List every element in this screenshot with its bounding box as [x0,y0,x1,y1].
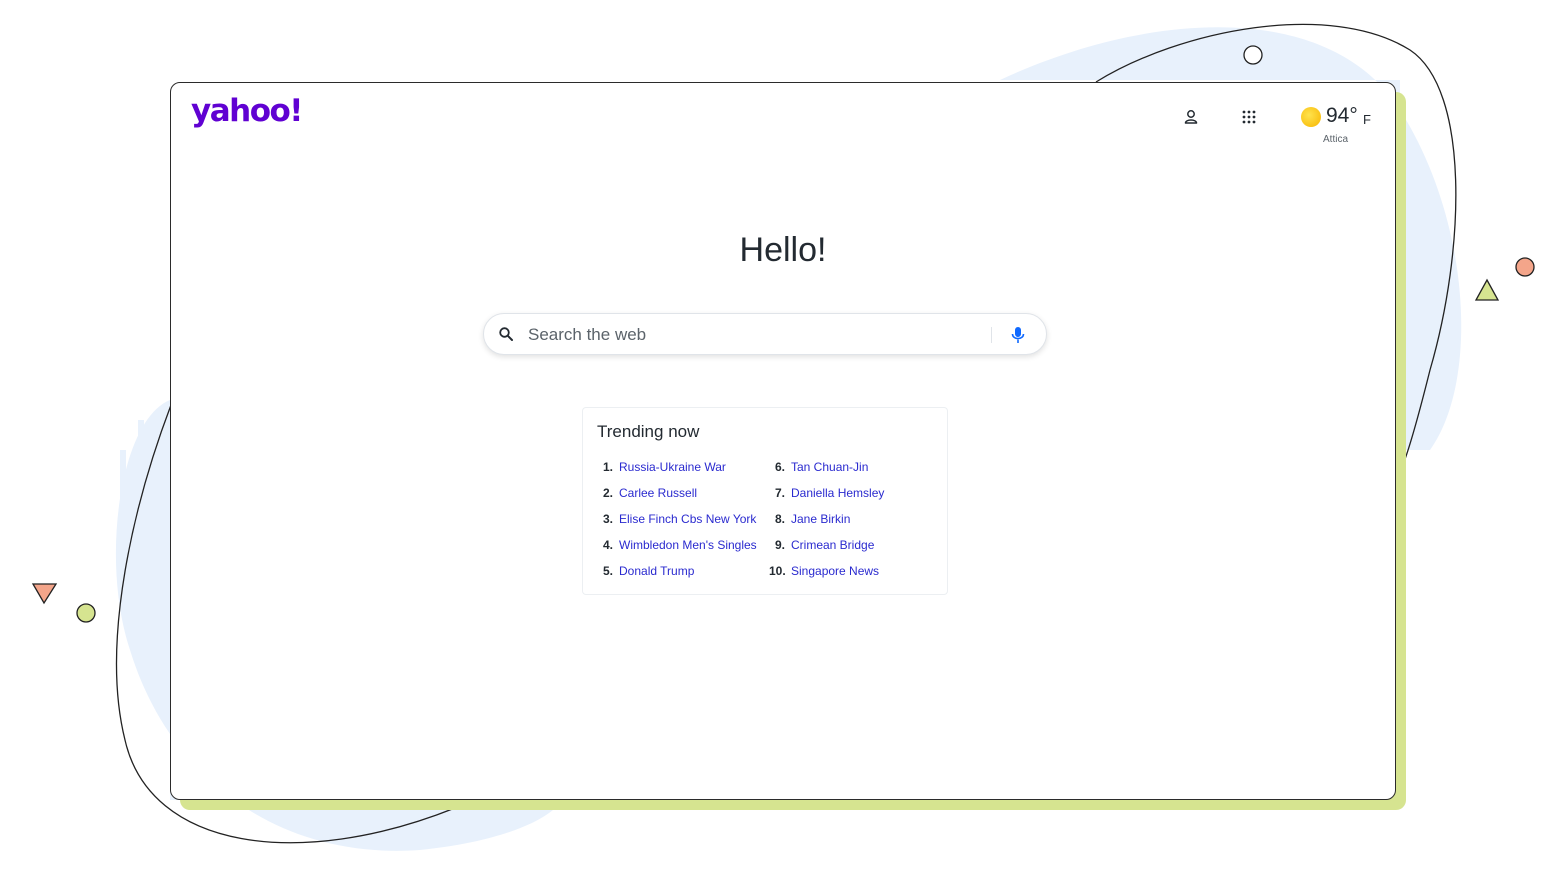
trending-item: 8. Jane Birkin [769,512,884,538]
trending-item: 10. Singapore News [769,564,884,590]
yahoo-logo[interactable]: yahoo! [191,93,303,129]
search-input[interactable] [526,321,990,349]
trending-rank: 1. [602,460,613,474]
trending-rank: 10. [769,564,786,578]
trending-rank: 2. [602,486,613,500]
trending-rank: 5. [602,564,613,578]
search-bar[interactable] [483,313,1047,355]
trending-item: 1. Russia-Ukraine War [597,460,757,486]
trending-link[interactable]: Singapore News [791,564,879,578]
trending-item: 7. Daniella Hemsley [769,486,884,512]
trending-item: 6. Tan Chuan-Jin [769,460,884,486]
weather-temperature: 94° [1326,104,1358,127]
apps-button[interactable] [1235,103,1263,131]
trending-rank: 4. [602,538,613,552]
trending-rank: 9. [774,538,785,552]
trending-item: 2. Carlee Russell [597,486,757,512]
decor-circle [1243,45,1263,65]
trending-rank: 7. [774,486,785,500]
trending-link[interactable]: Jane Birkin [791,512,850,526]
trending-rank: 3. [602,512,613,526]
trending-link[interactable]: Crimean Bridge [791,538,874,552]
user-icon [1184,110,1198,124]
trending-list-right: 6. Tan Chuan-Jin 7. Daniella Hemsley 8. Jan… [769,460,884,590]
trending-rank: 8. [774,512,785,526]
trending-item: 9. Crimean Bridge [769,538,884,564]
trending-link[interactable]: Elise Finch Cbs New York [619,512,756,526]
trending-panel: Trending now 1. Russia-Ukraine War 2. Carl… [582,407,948,595]
trending-link[interactable]: Wimbledon Men's Singles [619,538,757,552]
weather-unit: F [1363,112,1371,127]
search-icon [499,327,513,341]
browser-window: yahoo! 94° F Attica Hello! Search the we… [170,82,1396,800]
decor-triangle [31,583,58,605]
trending-item: 4. Wimbledon Men's Singles [597,538,757,564]
decor-triangle [1474,278,1500,301]
trending-title: Trending now [597,422,700,441]
weather-widget[interactable]: 94° F Attica [1293,103,1373,153]
trending-item: 3. Elise Finch Cbs New York [597,512,757,538]
microphone-icon[interactable] [1010,325,1026,345]
trending-rank: 6. [774,460,785,474]
trending-link[interactable]: Carlee Russell [619,486,697,500]
sun-icon [1301,107,1321,127]
trending-link[interactable]: Tan Chuan-Jin [791,460,868,474]
search-divider [991,327,992,343]
trending-link[interactable]: Russia-Ukraine War [619,460,726,474]
trending-link[interactable]: Daniella Hemsley [791,486,884,500]
weather-location: Attica [1323,134,1349,145]
profile-button[interactable] [1177,103,1205,131]
trending-link[interactable]: Donald Trump [619,564,694,578]
trending-item: 5. Donald Trump [597,564,757,590]
greeting-heading: Hello! [739,231,827,269]
decor-circle [1515,257,1535,277]
decor-circle [76,603,96,623]
grid-icon [1242,110,1256,124]
trending-list-left: 1. Russia-Ukraine War 2. Carlee Russell 3.… [597,460,757,590]
